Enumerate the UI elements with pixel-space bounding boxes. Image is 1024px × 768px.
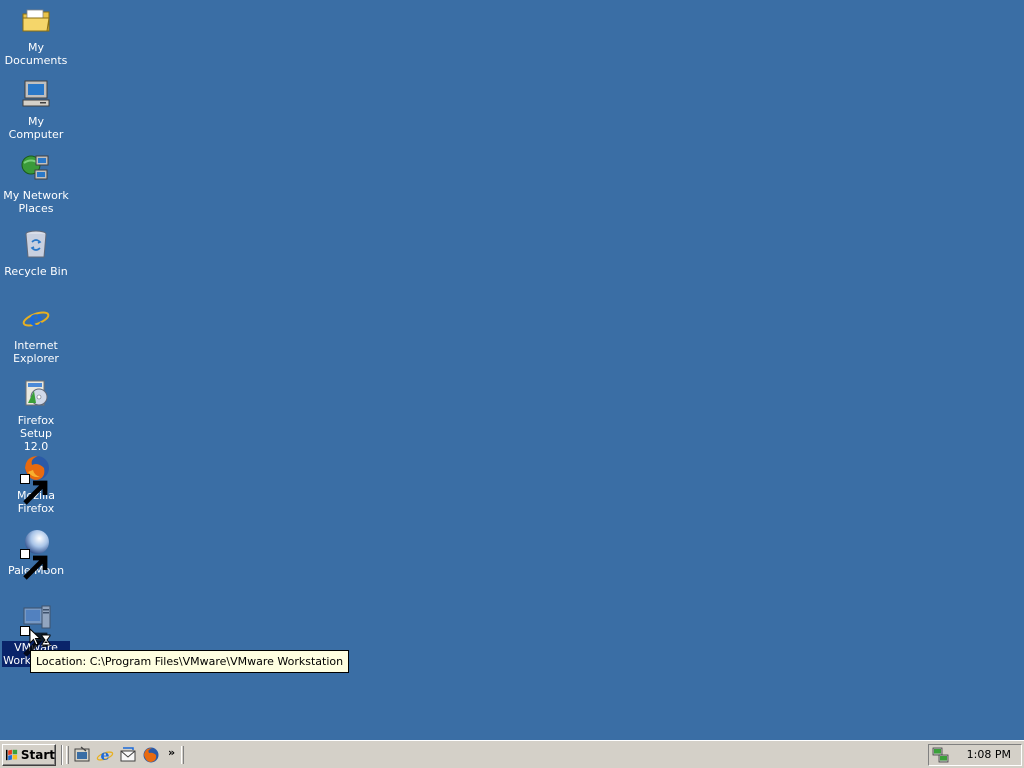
- desktop-icon-internet-explorer[interactable]: e Internet Explorer: [0, 302, 72, 366]
- desktop-icon-firefox-setup[interactable]: Firefox Setup 12.0: [0, 377, 72, 454]
- system-tray: 1:08 PM: [928, 744, 1022, 766]
- shortcut-arrow-icon: [20, 474, 48, 505]
- recycle-bin-icon: [20, 228, 52, 260]
- desktop-icon-my-computer[interactable]: My Computer: [0, 78, 72, 142]
- quick-launch-internet-explorer-icon[interactable]: e: [96, 746, 114, 764]
- outlook-express-icon[interactable]: [119, 746, 137, 764]
- windows-logo-icon: [6, 749, 18, 761]
- desktop-icon-my-network-places[interactable]: My Network Places: [0, 152, 72, 216]
- shortcut-arrow-icon: [20, 549, 48, 580]
- start-button[interactable]: Start: [2, 744, 56, 766]
- desktop-icon-my-documents[interactable]: My Documents: [0, 4, 72, 68]
- internet-explorer-icon: e: [20, 302, 52, 334]
- svg-text:e: e: [101, 748, 110, 764]
- taskbar-clock[interactable]: 1:08 PM: [967, 748, 1011, 761]
- start-label: Start: [20, 748, 55, 762]
- location-tooltip: Location: C:\Program Files\VMware\VMware…: [30, 650, 350, 673]
- quick-launch-firefox-icon[interactable]: [142, 746, 160, 764]
- desktop-icon-label: Firefox Setup 12.0: [17, 414, 55, 453]
- firefox-setup-icon: [20, 377, 52, 409]
- desktop-icon-pale-moon[interactable]: Pale Moon: [0, 527, 72, 580]
- desktop-icon-label: My Computer: [8, 115, 64, 141]
- my-documents-folder-icon: [20, 4, 52, 36]
- pale-moon-icon: [20, 527, 52, 580]
- desktop[interactable]: My Documents My Computer My Network Plac…: [0, 0, 1024, 740]
- desktop-icon-label: Internet Explorer: [13, 339, 59, 365]
- mouse-cursor-icon: [29, 628, 51, 646]
- desktop-icon-label: My Documents: [4, 41, 68, 67]
- svg-text:e: e: [29, 306, 43, 332]
- taskbar-grip[interactable]: [181, 746, 184, 764]
- desktop-icon-label: My Network Places: [3, 189, 69, 215]
- network-tray-icon[interactable]: [932, 746, 950, 764]
- show-desktop-icon[interactable]: [73, 746, 91, 764]
- desktop-icon-label: Recycle Bin: [4, 265, 68, 278]
- desktop-icon-mozilla-firefox[interactable]: Mozilla Firefox: [0, 452, 72, 516]
- network-places-icon: [20, 152, 52, 184]
- quick-launch-grip[interactable]: [66, 746, 69, 764]
- my-computer-icon: [20, 78, 52, 110]
- desktop-icon-recycle-bin[interactable]: Recycle Bin: [0, 228, 72, 279]
- quick-launch-chevron[interactable]: »: [168, 746, 175, 759]
- firefox-icon: [20, 452, 52, 505]
- taskbar-separator: [61, 745, 63, 765]
- taskbar: Start e » 1:08 PM: [0, 740, 1024, 768]
